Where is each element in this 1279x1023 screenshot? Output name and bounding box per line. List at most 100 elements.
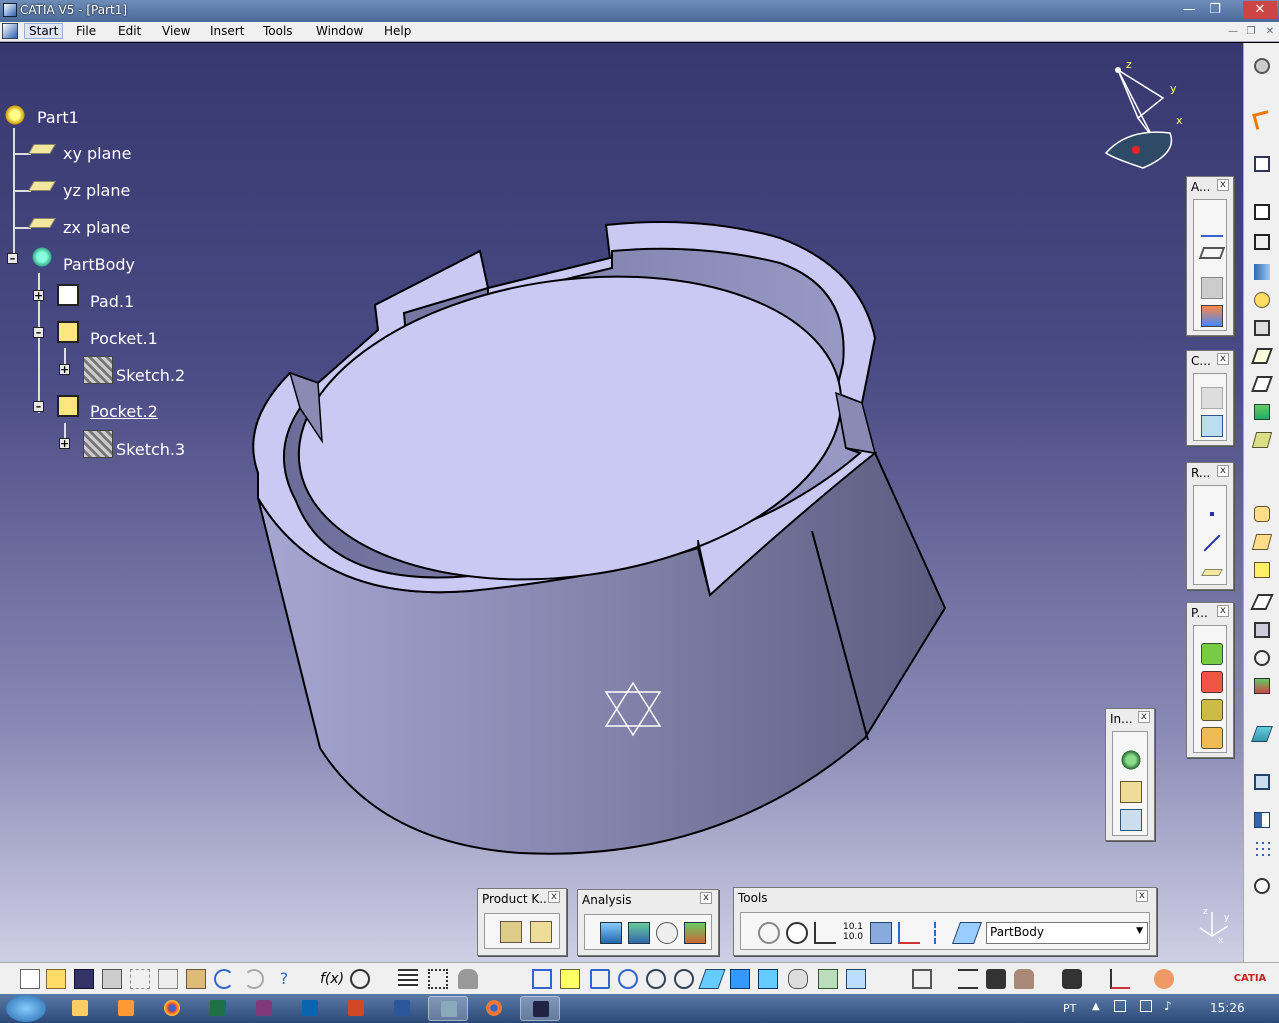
update-icon[interactable] [758, 922, 780, 944]
doc-close-button[interactable]: ✕ [1262, 25, 1278, 39]
multi-view-icon[interactable] [730, 969, 750, 989]
close-toolbar-button[interactable]: x [1138, 711, 1150, 723]
rotate-icon[interactable] [618, 969, 638, 989]
compass-icon[interactable]: z y x [1098, 58, 1188, 178]
flag-icon[interactable] [1114, 1000, 1126, 1012]
measure-item-icon[interactable] [986, 969, 1006, 989]
cut-icon[interactable] [130, 969, 150, 989]
shaft-tool-icon[interactable] [1251, 261, 1273, 283]
workbench-gear-icon[interactable] [1251, 55, 1273, 77]
specification-tree[interactable]: Part1 xy plane yz plane zx plane – PartB… [0, 98, 260, 468]
pattern-tool-icon[interactable] [1251, 809, 1273, 831]
tree-node-pocket2[interactable]: Pocket.2 [90, 402, 158, 421]
taskbar-chrome[interactable] [152, 996, 192, 1021]
tree-node-pad1[interactable]: Pad.1 [90, 292, 134, 311]
sketch-tool-icon[interactable] [1251, 153, 1273, 175]
rib-tool-icon[interactable] [1251, 345, 1273, 367]
flag-note-icon[interactable] [1198, 247, 1226, 259]
draft-analysis-icon[interactable] [600, 922, 622, 944]
collapse-pocket2-toggle[interactable]: – [33, 401, 44, 412]
apply-material-icon[interactable] [1154, 969, 1174, 989]
taskbar-outlook[interactable] [290, 996, 330, 1021]
close-toolbar-button[interactable]: x [1217, 605, 1229, 617]
menu-insert[interactable]: Insert [210, 24, 244, 38]
redo-icon[interactable] [244, 969, 264, 989]
open-file-icon[interactable] [46, 969, 66, 989]
minimize-button[interactable]: — [1178, 1, 1200, 19]
menu-edit[interactable]: Edit [118, 24, 141, 38]
hand-icon[interactable] [786, 922, 808, 944]
close-toolbar-button[interactable]: x [1136, 890, 1148, 902]
design-table-icon[interactable] [398, 969, 418, 989]
fillet-tool-icon[interactable] [1251, 503, 1273, 525]
taskbar-onenote[interactable] [244, 996, 284, 1021]
tray-up-icon[interactable]: ▲ [1092, 1001, 1100, 1012]
close-toolbar-button[interactable]: x [1217, 465, 1229, 477]
menu-help[interactable]: Help [384, 24, 411, 38]
close-toolbar-button[interactable]: x [548, 891, 560, 903]
measure-between-icon[interactable] [958, 969, 978, 989]
text-annotation-icon[interactable] [1201, 215, 1223, 237]
taskbar-explorer[interactable] [60, 996, 100, 1021]
pocket-tool-icon[interactable] [1251, 231, 1273, 253]
target-tool-icon[interactable] [1251, 647, 1273, 669]
language-indicator[interactable]: PT [1063, 1002, 1076, 1015]
taskbar-excel[interactable] [198, 996, 238, 1021]
annotation-tool-icon[interactable] [1201, 277, 1223, 299]
boolean-tool-icon[interactable] [1251, 771, 1273, 793]
close-toolbar-button[interactable]: x [700, 892, 712, 904]
product-tool-icon[interactable] [1201, 727, 1223, 749]
catalog-icon[interactable] [912, 969, 932, 989]
thread-analysis-icon[interactable] [656, 922, 678, 944]
plane-tool-icon[interactable] [1200, 561, 1224, 583]
knowledge-icon[interactable] [428, 969, 448, 989]
surface-tool-icon[interactable] [1251, 723, 1273, 745]
camera-icon[interactable] [1062, 969, 1082, 989]
collapse-pocket1-toggle[interactable]: – [33, 327, 44, 338]
fit-all-icon[interactable] [560, 969, 580, 989]
curvature-analysis-icon[interactable] [628, 922, 650, 944]
3d-viewport[interactable]: Part1 xy plane yz plane zx plane – PartB… [0, 43, 1243, 962]
product-tool-icon[interactable] [1201, 699, 1223, 721]
close-toolbar-button[interactable]: x [1217, 353, 1229, 365]
new-file-icon[interactable] [20, 969, 40, 989]
insert-ordered-set-icon[interactable] [1120, 809, 1142, 831]
product-tool-icon[interactable] [1201, 671, 1223, 693]
taskbar-firefox[interactable] [474, 996, 514, 1021]
close-toolbar-button[interactable]: x [1217, 179, 1229, 191]
tree-node-xy-plane[interactable]: xy plane [63, 144, 131, 163]
menu-tools[interactable]: Tools [263, 24, 293, 38]
hole-tool-icon[interactable] [1251, 289, 1273, 311]
hide-show-view-icon[interactable] [818, 969, 838, 989]
constraint-box-icon[interactable] [1201, 415, 1223, 437]
menu-start[interactable]: Start [24, 23, 64, 39]
point-icon[interactable] [1201, 503, 1223, 525]
start-button[interactable] [6, 995, 46, 1022]
menu-file[interactable]: File [76, 24, 96, 38]
clock[interactable]: 15:26 [1210, 1001, 1245, 1015]
taskbar-app[interactable] [520, 996, 560, 1021]
thread-tool-icon[interactable] [1251, 619, 1273, 641]
expand-sketch2-toggle[interactable]: + [59, 364, 70, 375]
undo-icon[interactable] [214, 969, 234, 989]
measure-inertia-icon[interactable] [1014, 969, 1034, 989]
constraint-icon[interactable] [1201, 387, 1223, 409]
expand-pad-toggle[interactable]: + [33, 290, 44, 301]
doc-restore-button[interactable]: ❐ [1243, 25, 1259, 39]
copy-icon[interactable] [158, 969, 178, 989]
document-icon[interactable] [2, 23, 18, 39]
print-icon[interactable] [102, 969, 122, 989]
doc-minimize-button[interactable]: — [1225, 25, 1241, 39]
slot-tool-icon[interactable] [1251, 317, 1273, 339]
knowledge-tool-icon[interactable] [530, 921, 552, 943]
formula-icon[interactable]: f(x) [320, 969, 344, 989]
solid-tool-icon[interactable] [1251, 401, 1273, 423]
menu-view[interactable]: View [162, 24, 190, 38]
chamfer-tool-icon[interactable] [1251, 531, 1273, 553]
tree-node-yz-plane[interactable]: yz plane [63, 181, 130, 200]
collapse-partbody-toggle[interactable]: – [7, 253, 18, 264]
menu-window[interactable]: Window [316, 24, 363, 38]
axis-system-icon[interactable] [814, 922, 836, 944]
annotation-plane-icon[interactable] [1201, 305, 1223, 327]
taskbar-catia[interactable] [428, 996, 468, 1021]
